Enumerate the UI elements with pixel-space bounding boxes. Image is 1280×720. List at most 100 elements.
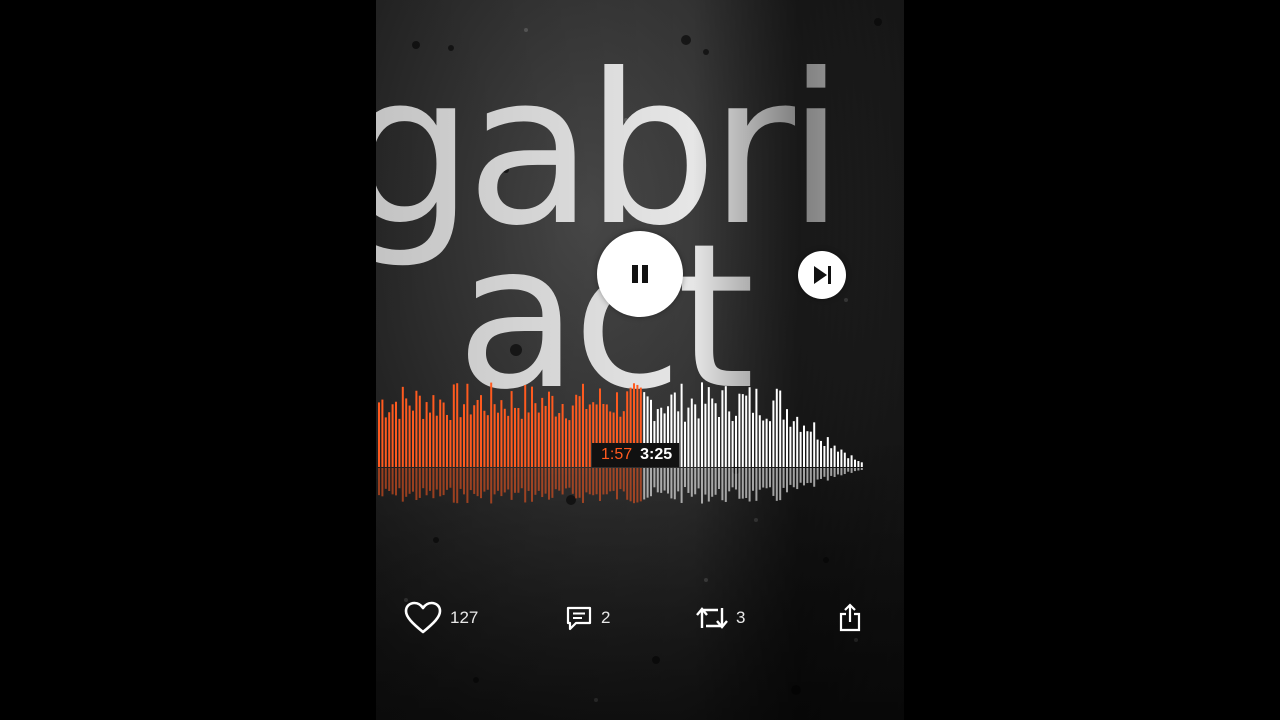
waveform-reflection-bar <box>527 468 530 491</box>
waveform-reflection-bar <box>714 468 717 495</box>
waveform-bar <box>432 395 435 467</box>
waveform-bar <box>748 387 751 467</box>
waveform-reflection-bar <box>531 468 533 502</box>
waveform-reflection-bar <box>551 468 554 498</box>
waveform-bar <box>381 399 384 467</box>
waveform-bar <box>401 386 404 467</box>
waveform-reflection-bar <box>449 468 452 488</box>
screen: gabri act 1:57 3:25 <box>0 0 1280 720</box>
waveform-reflection-bar <box>575 468 578 499</box>
waveform-reflection-bar <box>381 468 384 497</box>
waveform-bar <box>769 421 771 467</box>
waveform-reflection-bar <box>486 468 489 490</box>
waveform-reflection-bar <box>412 468 414 492</box>
waveform-bar <box>520 418 523 467</box>
waveform-reflection-bar <box>803 468 805 486</box>
repost-button[interactable]: 3 <box>696 596 745 640</box>
waveform-bar <box>724 386 727 467</box>
waveform-reflection-bar <box>452 468 455 503</box>
waveform-reflection-bar <box>724 468 727 502</box>
waveform-bar <box>554 416 557 467</box>
waveform-bar <box>408 405 411 467</box>
waveform-reflection-bar <box>789 468 792 485</box>
skip-next-button[interactable] <box>798 251 846 299</box>
waveform-reflection-bar <box>694 468 697 495</box>
waveform-reflection-bar <box>507 468 510 490</box>
waveform-reflection-bar <box>646 468 649 498</box>
waveform-reflection-bar <box>609 468 612 492</box>
waveform-bar <box>384 417 387 467</box>
waveform-bar <box>483 410 486 467</box>
waveform-bar <box>412 410 414 467</box>
waveform-bar <box>809 431 812 467</box>
waveform-bar <box>378 402 380 467</box>
waveform-reflection-bar <box>473 468 476 494</box>
waveform-bar <box>456 383 459 467</box>
waveform-bar <box>514 407 516 467</box>
pause-button[interactable] <box>597 231 683 317</box>
waveform-reflection-bar <box>480 468 482 499</box>
waveform-reflection-bar <box>833 468 836 477</box>
waveform-bar <box>463 404 465 467</box>
waveform-reflection-bar <box>432 468 435 499</box>
heart-icon <box>404 601 442 634</box>
waveform-bar <box>439 399 442 467</box>
waveform-reflection-bar <box>633 468 635 504</box>
share-icon <box>839 603 861 632</box>
waveform-reflection-bar <box>425 468 428 496</box>
waveform-bar <box>531 386 533 467</box>
waveform-bar <box>775 388 778 467</box>
waveform-reflection-bar <box>429 468 431 491</box>
waveform-reflection-bar <box>578 468 581 498</box>
like-button[interactable]: 127 <box>404 596 478 640</box>
waveform-bar <box>854 459 856 467</box>
waveform-reflection-bar <box>728 468 731 492</box>
waveform-bar <box>435 415 438 467</box>
waveform-reflection-bar <box>677 468 680 492</box>
waveform-bar <box>418 395 421 467</box>
waveform-reflection-bar <box>571 468 574 494</box>
waveform-bar <box>792 421 795 467</box>
waveform-reflection-bar <box>680 468 683 503</box>
waveform-reflection-bar <box>843 468 846 475</box>
waveform-reflection-bar <box>568 468 571 488</box>
waveform-bar <box>796 416 799 467</box>
waveform-bar <box>752 412 754 467</box>
waveform-reflection-bar <box>752 468 754 491</box>
waveform-reflection-bar <box>622 468 625 492</box>
waveform-bar <box>840 449 843 467</box>
waveform-bar <box>789 426 792 467</box>
waveform-reflection-bar <box>656 468 659 493</box>
waveform-reflection-bar <box>517 468 520 493</box>
waveform-bar <box>473 405 476 467</box>
waveform-bar <box>837 451 839 467</box>
waveform-reflection-bar <box>741 468 744 499</box>
pause-icon <box>632 265 648 283</box>
waveform-reflection-bar <box>701 468 703 504</box>
waveform-reflection-bar <box>779 468 782 501</box>
waveform-bar <box>551 395 554 467</box>
waveform-reflection-bar <box>755 468 758 501</box>
waveform-reflection-bar <box>605 468 608 495</box>
waveform-reflection-bar <box>619 468 622 490</box>
share-button[interactable] <box>837 596 863 640</box>
waveform-bar <box>565 418 567 467</box>
waveform-reflection-bar <box>422 468 425 489</box>
waveform-bar <box>449 419 452 467</box>
waveform-reflection-bar <box>667 468 669 494</box>
waveform-reflection-bar <box>520 468 523 489</box>
waveform-bar <box>452 384 455 467</box>
waveform-bar <box>701 382 703 467</box>
waveform-reflection-bar <box>847 468 850 472</box>
waveform-bar <box>714 403 717 467</box>
waveform-bar <box>735 415 737 467</box>
waveform-bar <box>765 418 768 467</box>
waveform-bar <box>507 415 510 467</box>
waveform-bar <box>582 383 584 467</box>
waveform-reflection-bar <box>388 468 391 491</box>
waveform-reflection-bar <box>765 468 768 489</box>
comment-button[interactable]: 2 <box>565 596 610 640</box>
waveform-reflection-bar <box>503 468 506 493</box>
waveform-reflection-bar <box>415 468 418 501</box>
waveform-bar <box>833 445 836 467</box>
